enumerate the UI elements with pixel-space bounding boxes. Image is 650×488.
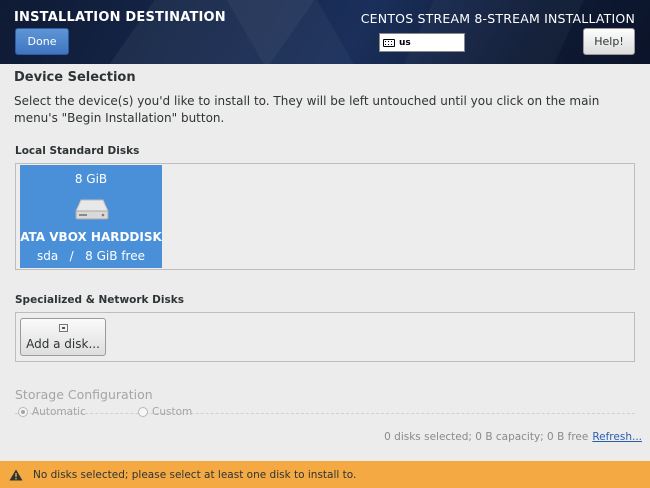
add-disk-label: Add a disk... (26, 337, 100, 351)
keyboard-layout-label: us (399, 37, 411, 48)
disk-name: ATA VBOX HARDDISK (20, 230, 162, 244)
page-title: INSTALLATION DESTINATION (14, 10, 226, 25)
warning-text: No disks selected; please select at leas… (33, 468, 357, 481)
device-selection-heading: Device Selection (14, 70, 136, 85)
specialized-disks-heading: Specialized & Network Disks (15, 294, 184, 306)
disk-size: 8 GiB (74, 172, 108, 186)
keyboard-layout-indicator[interactable]: us (379, 33, 465, 52)
storage-configuration-heading: Storage Configuration (15, 387, 153, 402)
disk-free-space: sda / 8 GiB free (37, 249, 145, 263)
automatic-radio[interactable]: Automatic (18, 406, 86, 418)
custom-label: Custom (152, 406, 193, 418)
harddisk-icon (75, 199, 109, 220)
automatic-label: Automatic (32, 406, 86, 418)
disk-tile-sda[interactable]: 8 GiB ATA VBOX HARDDISK sda / 8 GiB free (20, 165, 162, 268)
radio-checked-icon (18, 407, 28, 417)
summary-text: 0 disks selected; 0 B capacity; 0 B free (384, 431, 589, 443)
radio-unchecked-icon (138, 407, 148, 417)
divider (15, 413, 635, 414)
add-disk-button[interactable]: Add a disk... (20, 318, 106, 356)
custom-radio[interactable]: Custom (138, 406, 192, 418)
product-title: CENTOS STREAM 8-STREAM INSTALLATION (360, 11, 635, 26)
add-disk-icon (59, 324, 68, 332)
refresh-link[interactable]: Refresh... (592, 431, 642, 443)
specialized-disks-panel (15, 312, 635, 362)
warning-icon (9, 469, 23, 480)
warning-bar[interactable]: No disks selected; please select at leas… (0, 461, 650, 488)
done-button[interactable]: Done (15, 28, 69, 55)
device-selection-description: Select the device(s) you'd like to insta… (14, 94, 600, 125)
selection-summary: 0 disks selected; 0 B capacity; 0 B free… (384, 431, 642, 443)
local-disks-heading: Local Standard Disks (15, 145, 140, 157)
help-button[interactable]: Help! (583, 28, 635, 55)
keyboard-icon (383, 38, 395, 47)
